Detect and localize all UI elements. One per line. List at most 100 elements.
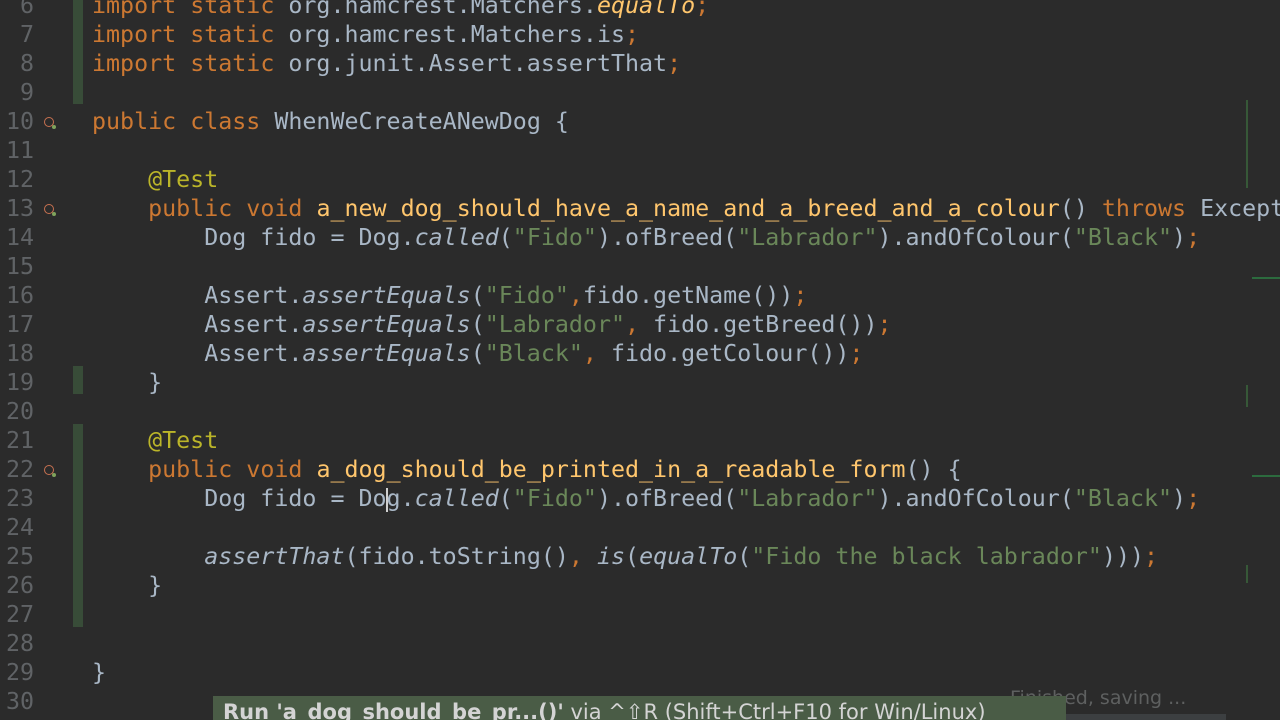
status-progress-strip [1066, 714, 1226, 720]
line-number[interactable]: 18 [0, 339, 34, 368]
code-text[interactable]: public void a_new_dog_should_have_a_name… [92, 194, 1280, 223]
code-line[interactable]: 29} [0, 658, 1280, 687]
code-token: ; [1186, 485, 1201, 512]
code-line[interactable]: 24 [0, 513, 1280, 542]
line-number[interactable]: 10 [0, 107, 34, 136]
code-text[interactable]: Assert.assertEquals("Fido",fido.getName(… [92, 281, 807, 310]
line-number[interactable]: 14 [0, 223, 34, 252]
code-text[interactable]: } [92, 368, 162, 397]
code-text[interactable]: import static org.junit.Assert.assertTha… [92, 49, 681, 78]
code-token: , [568, 282, 583, 309]
code-text[interactable]: Assert.assertEquals("Labrador", fido.get… [92, 310, 891, 339]
code-line[interactable]: 18 Assert.assertEquals("Black", fido.get… [0, 339, 1280, 368]
run-shortcut-hint[interactable]: Run 'a_dog_should_be_pr...()' via ^⇧R (S… [213, 696, 1066, 720]
scrollbar-marker[interactable] [1246, 385, 1248, 407]
code-token: , [625, 311, 640, 338]
scrollbar-change-mark[interactable] [1252, 277, 1280, 279]
vcs-change-marker[interactable] [73, 424, 83, 627]
code-token: ; [849, 340, 864, 367]
code-line[interactable]: 8 import static org.junit.Assert.assertTh… [0, 49, 1280, 78]
code-token: ; [1186, 224, 1201, 251]
line-number[interactable]: 29 [0, 658, 34, 687]
code-text[interactable]: public class WhenWeCreateANewDog { [92, 107, 569, 136]
line-number[interactable]: 6 [0, 0, 34, 20]
code-text[interactable]: @Test [92, 165, 218, 194]
code-text[interactable]: } [92, 658, 106, 687]
scrollbar-change-mark[interactable] [1252, 475, 1280, 477]
code-text[interactable]: import static org.hamcrest.Matchers.equa… [92, 0, 709, 20]
code-text[interactable]: Assert.assertEquals("Black", fido.getCol… [92, 339, 863, 368]
line-number[interactable]: 25 [0, 542, 34, 571]
code-line[interactable]: 7 import static org.hamcrest.Matchers.is; [0, 20, 1280, 49]
line-number[interactable]: 12 [0, 165, 34, 194]
code-line[interactable]: 28 [0, 629, 1280, 658]
code-line[interactable]: 19 } [0, 368, 1280, 397]
line-number[interactable]: 24 [0, 513, 34, 542]
implementation-gutter-icon[interactable] [44, 204, 56, 216]
code-token: ).ofBreed( [596, 224, 738, 251]
line-number[interactable]: 8 [0, 49, 34, 78]
code-token: called [414, 224, 499, 251]
code-line[interactable]: 27 [0, 600, 1280, 629]
code-line[interactable]: 17 Assert.assertEquals("Labrador", fido.… [0, 310, 1280, 339]
vcs-change-marker[interactable] [73, 0, 83, 104]
code-token: static [190, 21, 275, 48]
code-line[interactable]: 13 public void a_new_dog_should_have_a_n… [0, 194, 1280, 223]
code-line[interactable]: 9 [0, 78, 1280, 107]
code-text[interactable]: } [92, 571, 162, 600]
code-token: @Test [148, 427, 219, 454]
line-number[interactable]: 21 [0, 426, 34, 455]
code-text[interactable]: Dog fido = Dog.called("Fido").ofBreed("L… [92, 484, 1200, 513]
implementation-gutter-icon[interactable] [44, 465, 56, 477]
code-line[interactable]: 6 import static org.hamcrest.Matchers.equ… [0, 0, 1280, 20]
code-text[interactable]: public void a_dog_should_be_printed_in_a… [92, 455, 962, 484]
code-token: class [190, 108, 261, 135]
line-number[interactable]: 17 [0, 310, 34, 339]
code-line[interactable]: 14 Dog fido = Dog.called("Fido").ofBreed… [0, 223, 1280, 252]
code-token: a_new_dog_should_have_a_name_and_a_breed… [316, 195, 1060, 222]
code-line[interactable]: 21 @Test [0, 426, 1280, 455]
code-line[interactable]: 10 public class WhenWeCreateANewDog { [0, 107, 1280, 136]
code-token: @Test [148, 166, 219, 193]
code-text[interactable]: import static org.hamcrest.Matchers.is; [92, 20, 639, 49]
code-line[interactable]: 11 [0, 136, 1280, 165]
line-number[interactable]: 20 [0, 397, 34, 426]
code-line[interactable]: 15 [0, 252, 1280, 281]
line-number[interactable]: 7 [0, 20, 34, 49]
scrollbar-marker[interactable] [1246, 100, 1248, 188]
code-token: "Fido the black labrador" [751, 543, 1102, 570]
code-line[interactable]: 12 @Test [0, 165, 1280, 194]
line-number[interactable]: 22 [0, 455, 34, 484]
line-number[interactable]: 11 [0, 136, 34, 165]
code-token: void [246, 456, 303, 483]
code-editor[interactable]: 6 import static org.hamcrest.Matchers.equ… [0, 0, 1280, 720]
line-number[interactable]: 13 [0, 194, 34, 223]
code-text[interactable]: assertThat(fido.toString(), is(equalTo("… [92, 542, 1158, 571]
code-token: () { [905, 456, 962, 483]
code-line[interactable]: 20 [0, 397, 1280, 426]
line-number[interactable]: 15 [0, 252, 34, 281]
line-number[interactable]: 23 [0, 484, 34, 513]
code-line[interactable]: 25 assertThat(fido.toString(), is(equalT… [0, 542, 1280, 571]
line-number[interactable]: 30 [0, 687, 34, 716]
code-text[interactable]: @Test [92, 426, 218, 455]
vcs-change-marker[interactable] [73, 366, 83, 394]
code-line[interactable]: 22 public void a_dog_should_be_printed_i… [0, 455, 1280, 484]
code-line[interactable]: 16 Assert.assertEquals("Fido",fido.getNa… [0, 281, 1280, 310]
line-number[interactable]: 19 [0, 368, 34, 397]
code-line[interactable]: 23 Dog fido = Dog.called("Fido").ofBreed… [0, 484, 1280, 513]
line-number[interactable]: 16 [0, 281, 34, 310]
code-text[interactable]: Dog fido = Dog.called("Fido").ofBreed("L… [92, 223, 1200, 252]
implementation-gutter-icon[interactable] [44, 117, 56, 129]
code-token: "Fido" [512, 485, 597, 512]
line-number[interactable]: 28 [0, 629, 34, 658]
line-number[interactable]: 27 [0, 600, 34, 629]
scrollbar-marker[interactable] [1246, 565, 1248, 583]
code-token: public [92, 108, 177, 135]
line-number[interactable]: 9 [0, 78, 34, 107]
code-line[interactable]: 26 } [0, 571, 1280, 600]
line-number[interactable]: 26 [0, 571, 34, 600]
